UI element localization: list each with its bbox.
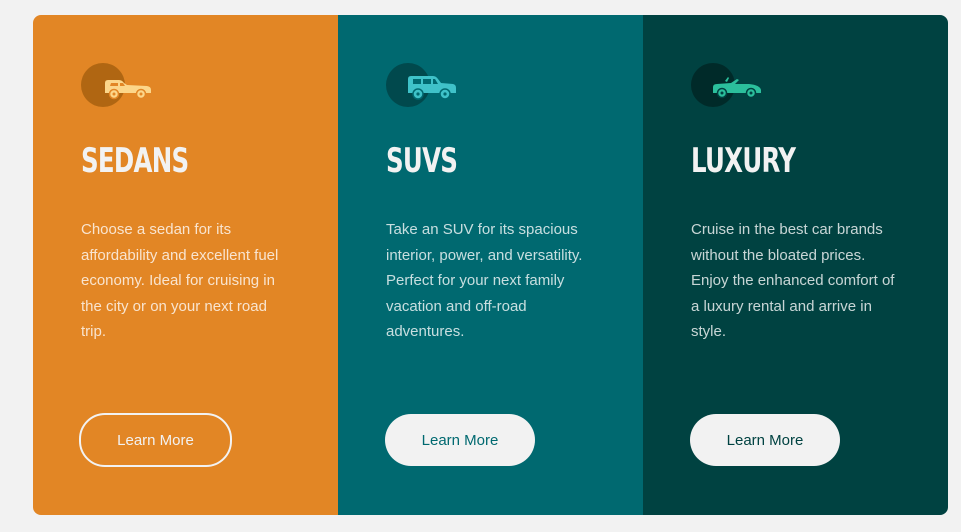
card-sedans: SEDANS Choose a sedan for its affordabil… bbox=[33, 15, 338, 515]
card-title-suvs: SUVS bbox=[386, 141, 458, 181]
learn-more-button-suvs[interactable]: Learn More bbox=[385, 414, 535, 466]
card-title-luxury: LUXURY bbox=[691, 141, 796, 181]
suv-car-icon bbox=[386, 63, 458, 107]
sedan-car-icon bbox=[81, 63, 153, 107]
card-luxury: LUXURY Cruise in the best car brands wit… bbox=[643, 15, 948, 515]
card-title-sedans: SEDANS bbox=[81, 141, 189, 181]
card-description-sedans: Choose a sedan for its affordability and… bbox=[81, 221, 279, 340]
learn-more-button-luxury[interactable]: Learn More bbox=[690, 414, 840, 466]
card-description-suvs: Take an SUV for its spacious interior, p… bbox=[386, 221, 583, 340]
luxury-convertible-icon bbox=[691, 63, 763, 107]
learn-more-button-sedans[interactable]: Learn More bbox=[79, 413, 232, 467]
card-suvs: SUVS Take an SUV for its spacious interi… bbox=[338, 15, 643, 515]
car-category-cards: SEDANS Choose a sedan for its affordabil… bbox=[33, 15, 948, 515]
card-description-luxury: Cruise in the best car brands without th… bbox=[691, 221, 895, 340]
